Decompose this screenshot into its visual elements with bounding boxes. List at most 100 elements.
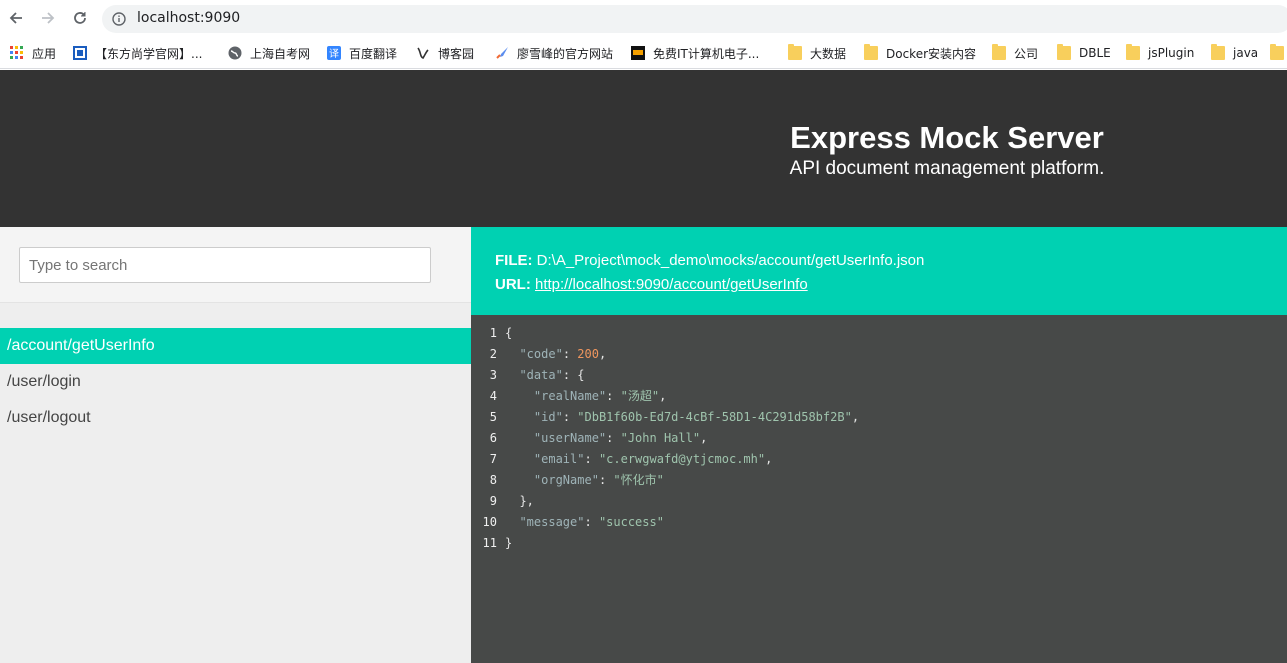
bookmarks-bar: 应用 【东方尚学官网】... 上海自考网 译 百度翻译 博客园 廖雪峰的官方网站… [0, 37, 1287, 69]
json-value: "c.erwgwafd@ytjcmoc.mh" [598, 452, 766, 466]
bookmark-folder-overflow[interactable] [1270, 44, 1287, 62]
line-number: 4 [489, 389, 497, 403]
code-line: 9 }, [471, 491, 1287, 512]
line-number: 11 [482, 536, 497, 550]
bookmark-folder-docker[interactable]: Docker安装内容 [864, 44, 976, 62]
bookmark-liaoxuefeng[interactable]: 廖雪峰的官方网站 [495, 44, 613, 62]
bookmark-dongfang[interactable]: 【东方尚学官网】... [73, 44, 202, 62]
file-label: FILE: [495, 252, 533, 269]
page-title: Express Mock Server [790, 120, 1104, 155]
bookmark-folder-dble[interactable]: DBLE [1057, 44, 1111, 62]
apps-grid-icon [10, 46, 23, 59]
code-line: 4 "realName": "汤超", [471, 386, 1287, 407]
json-value: "success" [598, 515, 664, 529]
line-number: 6 [489, 431, 497, 445]
json-key: "id" [533, 410, 563, 424]
bookmark-label: 博客园 [438, 46, 475, 61]
reload-button[interactable] [70, 8, 90, 28]
forward-button[interactable] [38, 8, 58, 28]
code-line: 1{ [471, 323, 1287, 344]
json-key: "realName" [533, 389, 607, 403]
json-code-viewer: 1{ 2 "code": 200, 3 "data": { 4 "realNam… [471, 323, 1287, 554]
line-number: 10 [482, 515, 497, 529]
bookmark-label: 【东方尚学官网】... [95, 46, 203, 61]
line-number: 7 [489, 452, 497, 466]
json-key: "userName" [533, 431, 607, 445]
book-icon [631, 46, 645, 60]
json-value: "怀化市" [613, 473, 664, 487]
line-number: 3 [489, 368, 497, 382]
bookmark-apps[interactable]: 应用 [10, 44, 56, 62]
bookmark-label: 上海自考网 [250, 46, 311, 61]
folder-icon [1057, 44, 1071, 60]
code-line: 6 "userName": "John Hall", [471, 428, 1287, 449]
line-number: 1 [489, 326, 497, 340]
back-button[interactable] [6, 8, 26, 28]
hero-header: Express Mock Server API document managem… [0, 70, 1287, 227]
json-key: "orgName" [533, 473, 599, 487]
blog-icon [417, 47, 429, 59]
address-url[interactable]: localhost:9090 [137, 10, 240, 26]
json-value: 200 [577, 347, 599, 361]
bookmark-folder-java[interactable]: java [1211, 44, 1258, 62]
bookmark-label: 应用 [32, 46, 57, 61]
browser-toolbar: localhost:9090 [0, 0, 1287, 37]
route-item-account-getuserinfo[interactable]: /account/getUserInfo [0, 328, 471, 364]
arrow-right-icon [42, 12, 55, 24]
bookmark-folder-company[interactable]: 公司 [992, 44, 1038, 62]
page-subtitle: API document management platform. [789, 158, 1105, 179]
bookmark-folder-bigdata[interactable]: 大数据 [788, 44, 846, 62]
site-icon [73, 46, 87, 60]
bookmark-label: jsPlugin [1148, 46, 1195, 60]
code-line: 7 "email": "c.erwgwafd@ytjcmoc.mh", [471, 449, 1287, 470]
api-url-link[interactable]: http://localhost:9090/account/getUserInf… [535, 276, 808, 293]
json-value: "DbB1f60b-Ed7d-4cBf-58D1-4C291d58bf2B" [577, 410, 852, 424]
svg-text:译: 译 [329, 48, 339, 60]
bookmark-folder-jsplugin[interactable]: jsPlugin [1126, 44, 1194, 62]
line-number: 9 [489, 494, 497, 508]
url-row: URL: http://localhost:9090/account/getUs… [495, 273, 1287, 297]
folder-icon [1270, 44, 1284, 60]
bookmark-cnblogs[interactable]: 博客园 [416, 44, 474, 62]
sidebar: /account/getUserInfo /user/login /user/l… [0, 227, 471, 663]
bookmark-free-it-books[interactable]: 免费IT计算机电子... [631, 44, 759, 62]
search-input[interactable] [19, 247, 431, 283]
folder-icon [788, 44, 802, 60]
file-info-header: FILE: D:\A_Project\mock_demo\mocks/accou… [471, 227, 1287, 315]
line-number: 5 [489, 410, 497, 424]
rocket-icon [496, 47, 508, 59]
folder-icon [992, 44, 1006, 60]
info-icon[interactable] [112, 12, 126, 26]
address-bar[interactable]: localhost:9090 [102, 5, 1287, 33]
json-key: "message" [519, 515, 585, 529]
main-panel: FILE: D:\A_Project\mock_demo\mocks/accou… [471, 227, 1287, 663]
line-number: 8 [489, 473, 497, 487]
code-token: { [505, 326, 513, 340]
route-item-user-logout[interactable]: /user/logout [0, 400, 471, 436]
bookmark-label: DBLE [1079, 46, 1111, 60]
arrow-left-icon [9, 12, 22, 24]
json-value: "John Hall" [620, 431, 701, 445]
folder-icon [864, 44, 878, 60]
folder-icon [1211, 44, 1225, 60]
json-key: "data" [519, 368, 563, 382]
route-item-user-login[interactable]: /user/login [0, 364, 471, 400]
code-line: 3 "data": { [471, 365, 1287, 386]
line-number: 2 [489, 347, 497, 361]
reload-icon [74, 12, 86, 24]
json-key: "code" [519, 347, 563, 361]
code-line: 10 "message": "success" [471, 512, 1287, 533]
globe-icon [228, 46, 242, 60]
bookmark-label: Docker安装内容 [886, 46, 977, 61]
search-area [0, 227, 471, 303]
folder-icon [1126, 44, 1140, 60]
bookmark-baidu-translate[interactable]: 译 百度翻译 [327, 44, 397, 62]
code-line: 2 "code": 200, [471, 344, 1287, 365]
bookmark-shanghai-zikao[interactable]: 上海自考网 [228, 44, 310, 62]
route-list: /account/getUserInfo /user/login /user/l… [0, 328, 471, 436]
bookmark-label: 大数据 [810, 46, 847, 61]
file-path-row: FILE: D:\A_Project\mock_demo\mocks/accou… [495, 249, 1287, 273]
code-line: 11} [471, 533, 1287, 554]
bookmark-label: 公司 [1014, 46, 1039, 61]
file-path: D:\A_Project\mock_demo\mocks/account/get… [536, 252, 925, 269]
